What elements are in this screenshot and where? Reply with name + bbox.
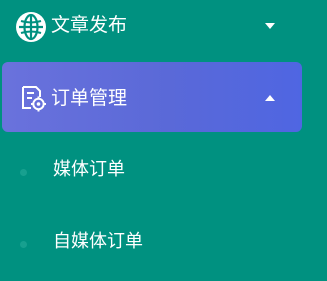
bullet-dot-icon	[20, 169, 27, 176]
menu-item-article-publish-label: 文章发布	[51, 14, 128, 36]
menu-item-order-management-label: 订单管理	[51, 87, 128, 109]
bullet-dot-icon	[20, 241, 27, 248]
document-gear-icon	[19, 84, 47, 112]
submenu-item-media-orders[interactable]: 媒体订单	[0, 150, 327, 190]
submenu-item-media-orders-label: 媒体订单	[53, 159, 125, 180]
menu-item-order-management[interactable]: 订单管理	[2, 62, 302, 132]
sidebar-menu: 文章发布 订单管理 媒体订单 自媒体订单	[0, 0, 327, 281]
globe-icon	[15, 11, 47, 43]
chevron-down-icon	[265, 23, 275, 29]
chevron-up-icon	[265, 95, 275, 101]
menu-item-article-publish[interactable]: 文章发布	[0, 0, 327, 54]
submenu-item-self-media-orders-label: 自媒体订单	[53, 231, 143, 252]
submenu-item-self-media-orders[interactable]: 自媒体订单	[0, 222, 327, 262]
